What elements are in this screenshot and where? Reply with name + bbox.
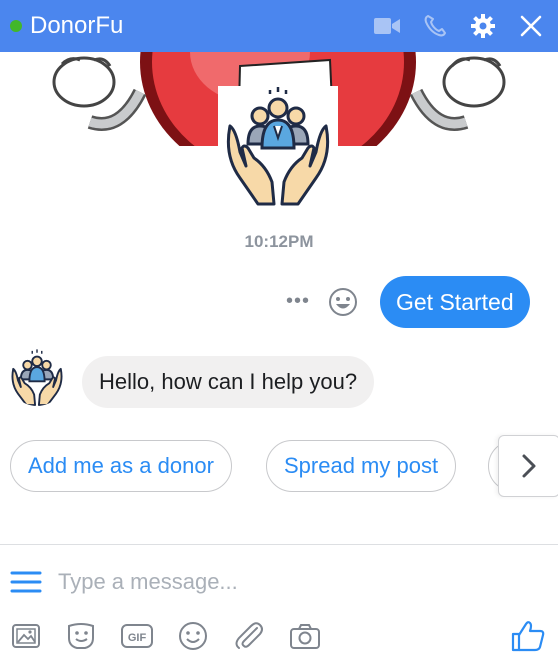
- avatar[interactable]: [8, 348, 66, 406]
- quick-reply-add-donor[interactable]: Add me as a donor: [10, 440, 232, 492]
- attachment-icon[interactable]: [231, 618, 267, 654]
- composer-divider: [0, 544, 558, 545]
- online-status-icon: [10, 20, 22, 32]
- chat-header: DonorFu: [0, 0, 558, 52]
- outgoing-message[interactable]: Get Started: [380, 276, 530, 328]
- quick-replies-next-button[interactable]: [498, 435, 558, 497]
- more-options-icon[interactable]: •••: [286, 290, 310, 313]
- composer-toolbar: GIF: [0, 612, 558, 658]
- incoming-message: Hello, how can I help you?: [82, 356, 375, 408]
- phone-icon[interactable]: [418, 9, 452, 43]
- chevron-right-icon: [522, 454, 536, 478]
- gif-icon[interactable]: GIF: [119, 618, 155, 654]
- header-actions: [370, 0, 548, 52]
- menu-icon[interactable]: [10, 568, 42, 596]
- message-input[interactable]: [58, 564, 538, 600]
- close-icon[interactable]: [514, 9, 548, 43]
- image-icon[interactable]: [8, 618, 44, 654]
- chat-title[interactable]: DonorFu: [30, 12, 123, 40]
- quick-replies: Add me as a donor Spread my post: [10, 440, 558, 492]
- camera-icon[interactable]: [287, 618, 323, 654]
- video-icon[interactable]: [370, 9, 404, 43]
- like-icon[interactable]: [508, 618, 548, 654]
- donorfu-logo: [218, 86, 338, 208]
- sticker-icon[interactable]: [63, 618, 99, 654]
- gear-icon[interactable]: [466, 9, 500, 43]
- emoji-icon[interactable]: [175, 618, 211, 654]
- message-timestamp: 10:12PM: [244, 232, 314, 251]
- gif-icon-label: GIF: [128, 632, 147, 644]
- quick-reply-spread-post[interactable]: Spread my post: [266, 440, 457, 492]
- react-emoji-icon[interactable]: [328, 287, 358, 317]
